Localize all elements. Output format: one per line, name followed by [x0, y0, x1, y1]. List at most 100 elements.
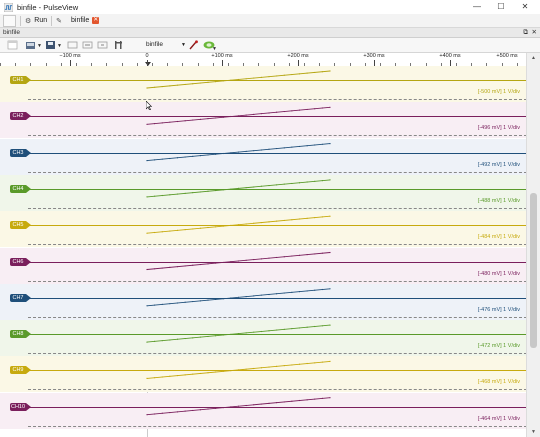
- zoom-fit-icon[interactable]: [67, 40, 78, 50]
- sample-point: [329, 360, 331, 362]
- sample-point: [321, 180, 323, 182]
- trace-area[interactable]: CH1 [-500 mV] 1 V/div CH2 [-496 mV] 1 V/div…: [0, 66, 527, 437]
- sample-point: [298, 109, 301, 111]
- zoom-in-icon[interactable]: [82, 40, 93, 50]
- sample-point: [268, 76, 270, 78]
- sample-point: [146, 123, 148, 125]
- sample-point: [298, 291, 301, 293]
- dock-close-button[interactable]: ✕: [532, 28, 537, 37]
- sample-point: [184, 337, 186, 340]
- scroll-down-icon[interactable]: ▼: [527, 427, 540, 437]
- sample-point: [291, 291, 293, 293]
- sample-point: [268, 148, 270, 150]
- sample-point: [161, 122, 163, 124]
- sample-point: [199, 191, 201, 193]
- zoom-out-icon[interactable]: [97, 40, 108, 50]
- sample-point: [276, 293, 278, 295]
- sample-point: [146, 232, 148, 234]
- sample-point: [268, 402, 270, 404]
- sample-point: [237, 333, 240, 335]
- open-dropdown-icon[interactable]: ▼: [37, 43, 42, 49]
- settings-icon[interactable]: ✎: [56, 17, 62, 25]
- scroll-thumb[interactable]: [530, 193, 537, 348]
- sample-point: [291, 364, 293, 366]
- sample-point: [314, 71, 316, 74]
- run-button[interactable]: ⚙ Run: [25, 17, 47, 25]
- minimize-button[interactable]: —: [466, 0, 488, 14]
- sample-point: [298, 218, 301, 220]
- dock-titlebar: binfile ⧉ ✕: [0, 28, 540, 38]
- ruler-tick-label: +500 ms: [496, 53, 518, 59]
- save-dropdown-icon[interactable]: ▼: [57, 43, 62, 49]
- ruler-tick-label: +400 ms: [439, 53, 461, 59]
- sample-point: [207, 190, 209, 192]
- sample-point: [291, 255, 293, 257]
- vertical-scrollbar[interactable]: ▲ ▼: [526, 53, 540, 437]
- sample-point: [306, 326, 308, 328]
- sample-point: [253, 113, 255, 115]
- sample-point: [237, 296, 240, 298]
- sample-point: [199, 300, 201, 302]
- sample-point: [222, 261, 224, 264]
- tab-close-icon[interactable]: ✕: [92, 17, 100, 24]
- tab-binfile[interactable]: binfile ✕: [68, 17, 102, 24]
- sample-point: [192, 337, 194, 339]
- sample-point: [245, 114, 247, 116]
- sample-point: [176, 193, 179, 195]
- time-ruler[interactable]: −100 ms 0 +100 ms +200 ms +300 ms +400 m…: [0, 53, 527, 67]
- sample-point: [146, 196, 148, 198]
- sample-point: [154, 268, 156, 270]
- sample-point: [329, 106, 331, 108]
- sample-point: [237, 187, 240, 189]
- sample-point: [253, 222, 255, 224]
- ruler-tick-label: 0: [145, 53, 149, 59]
- sample-point: [184, 120, 186, 122]
- device-selector[interactable]: binfile ▼: [143, 40, 188, 50]
- sample-point: [154, 195, 156, 197]
- sample-point: [199, 118, 201, 120]
- sample-point: [268, 221, 270, 223]
- window-titlebar: binfile - PulseView — ☐ ✕: [0, 0, 540, 14]
- close-window-button[interactable]: ✕: [514, 0, 536, 14]
- sample-point: [215, 407, 217, 409]
- sample-point: [260, 403, 262, 405]
- sample-point: [245, 223, 247, 225]
- dock-float-button[interactable]: ⧉: [523, 28, 528, 37]
- sample-point: [260, 330, 262, 333]
- sample-point: [222, 80, 224, 82]
- sample-point: [215, 81, 217, 83]
- pulseview-app-icon: [4, 2, 13, 12]
- sample-point: [260, 113, 262, 115]
- sample-point: [260, 294, 262, 296]
- cursor-tool-icon[interactable]: [113, 40, 124, 50]
- sample-point: [184, 410, 186, 412]
- sample-point: [184, 156, 186, 158]
- sample-point: [268, 112, 270, 114]
- probe-config-icon[interactable]: [188, 40, 199, 50]
- channel-config-dropdown-icon[interactable]: ▼: [212, 46, 217, 52]
- sample-point: [169, 85, 171, 87]
- scroll-up-icon[interactable]: ▲: [527, 53, 540, 63]
- sample-point: [298, 327, 301, 329]
- sample-point: [215, 117, 217, 119]
- sample-point: [306, 399, 308, 401]
- mouse-pointer-icon: [146, 101, 152, 110]
- save-icon[interactable]: [45, 40, 56, 50]
- sample-point: [260, 185, 262, 187]
- sample-point: [245, 187, 247, 189]
- sample-point: [237, 369, 240, 371]
- new-file-icon[interactable]: [7, 40, 18, 50]
- sample-point: [176, 157, 179, 159]
- sample-point: [321, 361, 323, 363]
- sample-point: [230, 297, 232, 299]
- sample-point: [161, 158, 163, 160]
- maximize-button[interactable]: ☐: [490, 0, 512, 14]
- open-folder-icon[interactable]: [25, 40, 36, 50]
- sample-point: [154, 304, 156, 306]
- new-session-button[interactable]: [3, 14, 16, 27]
- sample-point: [268, 293, 270, 296]
- sample-point: [253, 150, 255, 152]
- sample-point: [222, 407, 224, 409]
- sample-point: [215, 335, 217, 337]
- sample-point: [298, 399, 301, 402]
